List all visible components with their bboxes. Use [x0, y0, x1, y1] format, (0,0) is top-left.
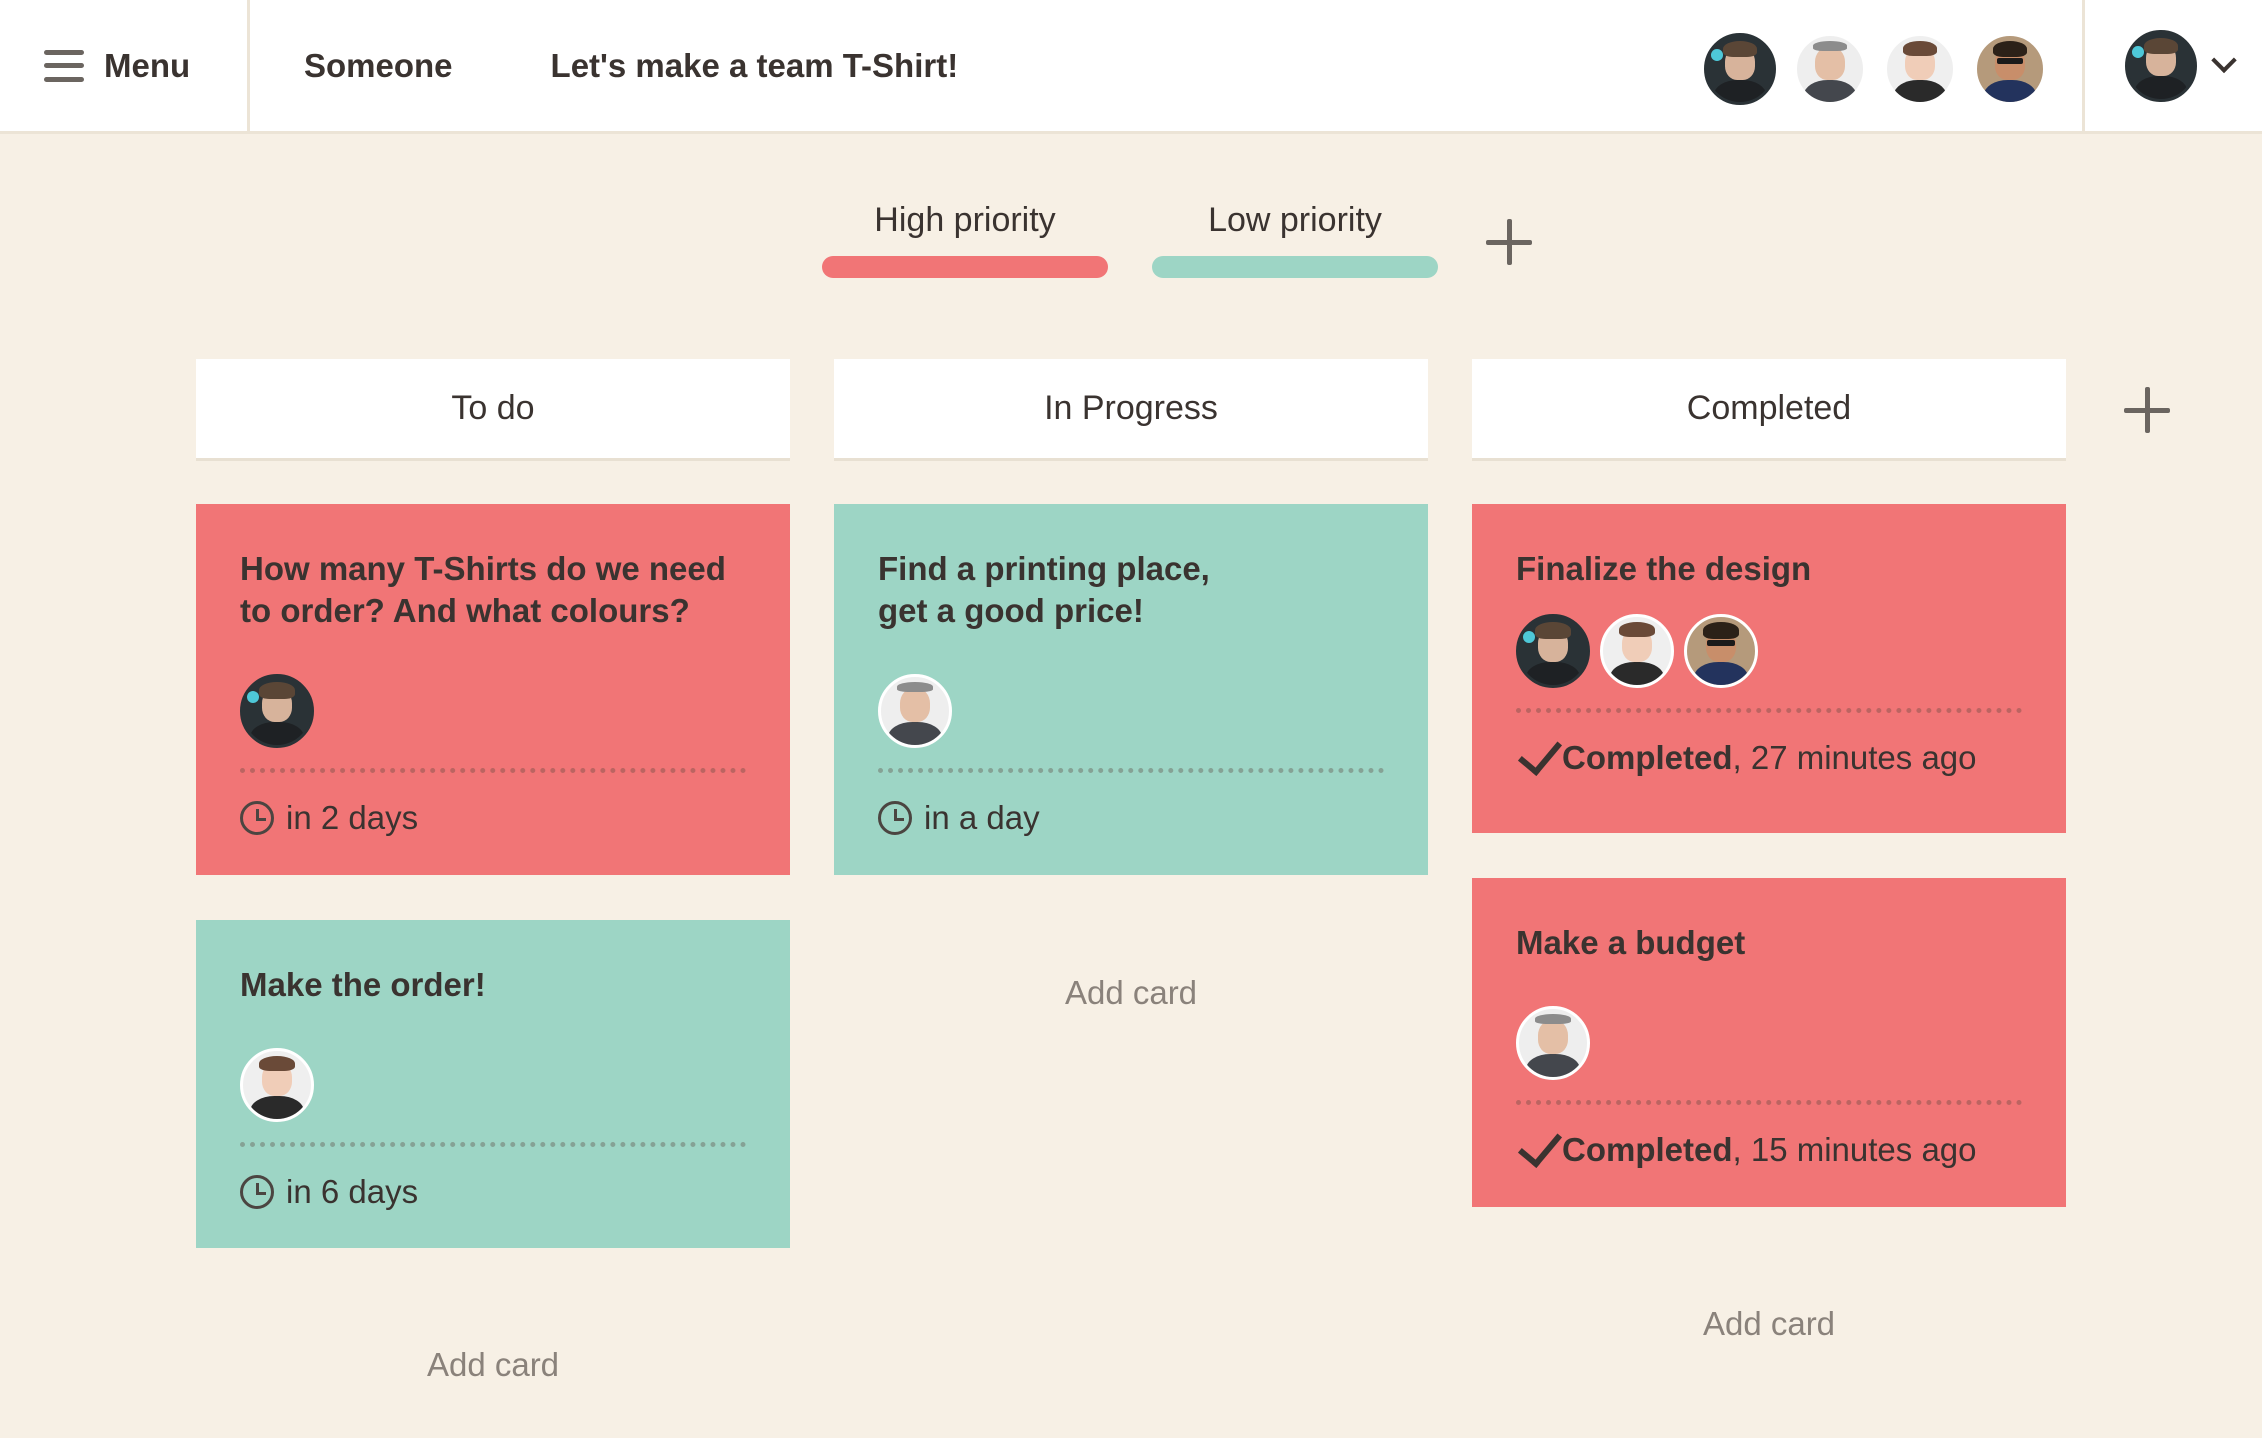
card-assignees [1516, 614, 2022, 688]
board-owner-link[interactable]: Someone [304, 47, 453, 85]
card-due: in 2 days [240, 799, 746, 837]
card-divider [1516, 708, 2022, 713]
card[interactable]: Finalize the design Completed , 27 minut… [1472, 504, 2066, 833]
board-title: Let's make a team T-Shirt! [550, 46, 959, 84]
column-completed: Completed Finalize the design Completed … [1472, 359, 2066, 1342]
top-bar: Menu Someone Let's make a team T-Shirt! [0, 0, 2262, 134]
assignee-avatar [1516, 1006, 1590, 1080]
label-color-bar [1152, 256, 1438, 278]
add-card-button[interactable]: Add card [834, 933, 1428, 1053]
card[interactable]: Find a printing place, get a good price!… [834, 504, 1428, 875]
hamburger-icon [44, 49, 84, 82]
member-avatar[interactable] [1974, 33, 2046, 105]
add-card-button[interactable]: Add card [1472, 1264, 2066, 1384]
label-high-priority[interactable]: High priority [822, 196, 1108, 278]
assignee-avatar [1684, 614, 1758, 688]
chevron-down-icon [2211, 47, 2237, 73]
card-title: Make a budget [1516, 924, 1746, 961]
user-avatar [2125, 29, 2197, 102]
completed-time: , 15 minutes ago [1732, 1131, 1977, 1168]
card-divider [240, 768, 746, 773]
checkmark-icon [1517, 1121, 1563, 1169]
due-text: in 2 days [286, 799, 419, 836]
card-title: Find a printing place, get a good price! [878, 550, 1210, 629]
card[interactable]: Make the order! in 6 days [196, 920, 790, 1248]
completed-time: , 27 minutes ago [1732, 739, 1977, 776]
column-to-do: To do How many T-Shirts do we need to or… [196, 359, 790, 1383]
card-assignees [240, 1048, 746, 1122]
card-title: Finalize the design [1516, 550, 1812, 587]
member-avatar[interactable] [1794, 33, 1866, 105]
card-divider [240, 1142, 746, 1147]
add-card-button[interactable]: Add card [196, 1305, 790, 1425]
board-members [1704, 33, 2046, 105]
column-header[interactable]: In Progress [834, 359, 1428, 461]
label-filter: High priority Low priority [822, 196, 1438, 278]
add-label-plus-icon[interactable] [1486, 219, 1532, 265]
clock-icon [240, 1175, 274, 1209]
menu-label: Menu [104, 46, 191, 84]
assignee-avatar [1600, 614, 1674, 688]
assignee-avatar [240, 674, 314, 748]
label-name: Low priority [1208, 201, 1382, 239]
member-avatar[interactable] [1884, 33, 1956, 105]
assignee-avatar [878, 674, 952, 748]
card[interactable]: Make a budget Completed , 15 minutes ago [1472, 878, 2066, 1207]
card-due: in a day [878, 799, 1384, 837]
menu-button[interactable]: Menu [0, 0, 250, 131]
checkmark-icon [1517, 729, 1563, 777]
due-text: in a day [924, 799, 1040, 836]
card-assignees [878, 674, 1384, 748]
card[interactable]: How many T-Shirts do we need to order? A… [196, 504, 790, 875]
card-divider [878, 768, 1384, 773]
column-header[interactable]: To do [196, 359, 790, 461]
column-in-progress: In Progress Find a printing place, get a… [834, 359, 1428, 1011]
label-color-bar [822, 256, 1108, 278]
card-assignees [1516, 1006, 2022, 1080]
user-menu[interactable] [2082, 0, 2262, 131]
card-title: How many T-Shirts do we need to order? A… [240, 550, 726, 629]
column-header[interactable]: Completed [1472, 359, 2066, 461]
label-low-priority[interactable]: Low priority [1152, 196, 1438, 278]
card-completed-status: Completed , 15 minutes ago [1516, 1121, 2022, 1169]
clock-icon [240, 801, 274, 835]
member-avatar[interactable] [1704, 33, 1776, 105]
completed-label: Completed [1562, 1131, 1733, 1168]
assignee-avatar [240, 1048, 314, 1122]
card-title: Make the order! [240, 966, 486, 1003]
card-due: in 6 days [240, 1173, 746, 1211]
assignee-avatar [1516, 614, 1590, 688]
card-divider [1516, 1100, 2022, 1105]
clock-icon [878, 801, 912, 835]
card-assignees [240, 674, 746, 748]
add-column-plus-icon[interactable] [2124, 387, 2170, 433]
card-completed-status: Completed , 27 minutes ago [1516, 729, 2022, 777]
label-name: High priority [874, 201, 1056, 239]
completed-label: Completed [1562, 739, 1733, 776]
due-text: in 6 days [286, 1173, 419, 1210]
